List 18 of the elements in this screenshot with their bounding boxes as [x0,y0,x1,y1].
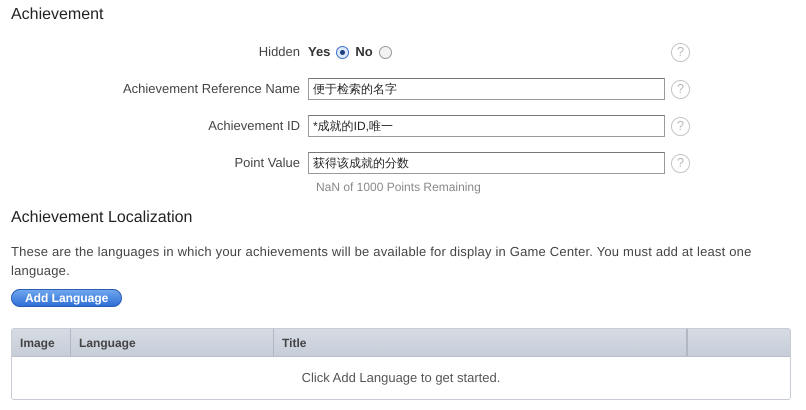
section-title: Achievement Localization [11,208,194,228]
hint-text: NaN of 1000 Points Remaining [316,180,481,194]
description-text: These are the languages in which your achievements will be available for display in Game Center. You must add at least one language. [11,243,753,280]
add-language-button[interactable]: Add Language [11,289,122,307]
radio-option[interactable]: Yes [308,42,350,62]
section-title: Achievement [11,5,104,25]
empty-message: Click Add Language to get started. [302,369,500,388]
field-label: Point Value [234,155,300,170]
column-header[interactable]: Image [12,329,71,356]
input-field[interactable]: 便于检索的名字 [308,78,665,100]
field-label: Achievement Reference Name [122,81,300,96]
input-field[interactable]: 获得该成就的分数 [308,152,665,174]
radio-option[interactable]: No [355,42,392,62]
column-header[interactable]: Title [274,329,687,356]
field-label: Achievement ID [208,118,300,134]
field-label: Hidden [258,44,300,60]
input-field[interactable]: *成就的ID,唯一 [308,115,665,137]
column-header[interactable]: Language [71,329,274,356]
